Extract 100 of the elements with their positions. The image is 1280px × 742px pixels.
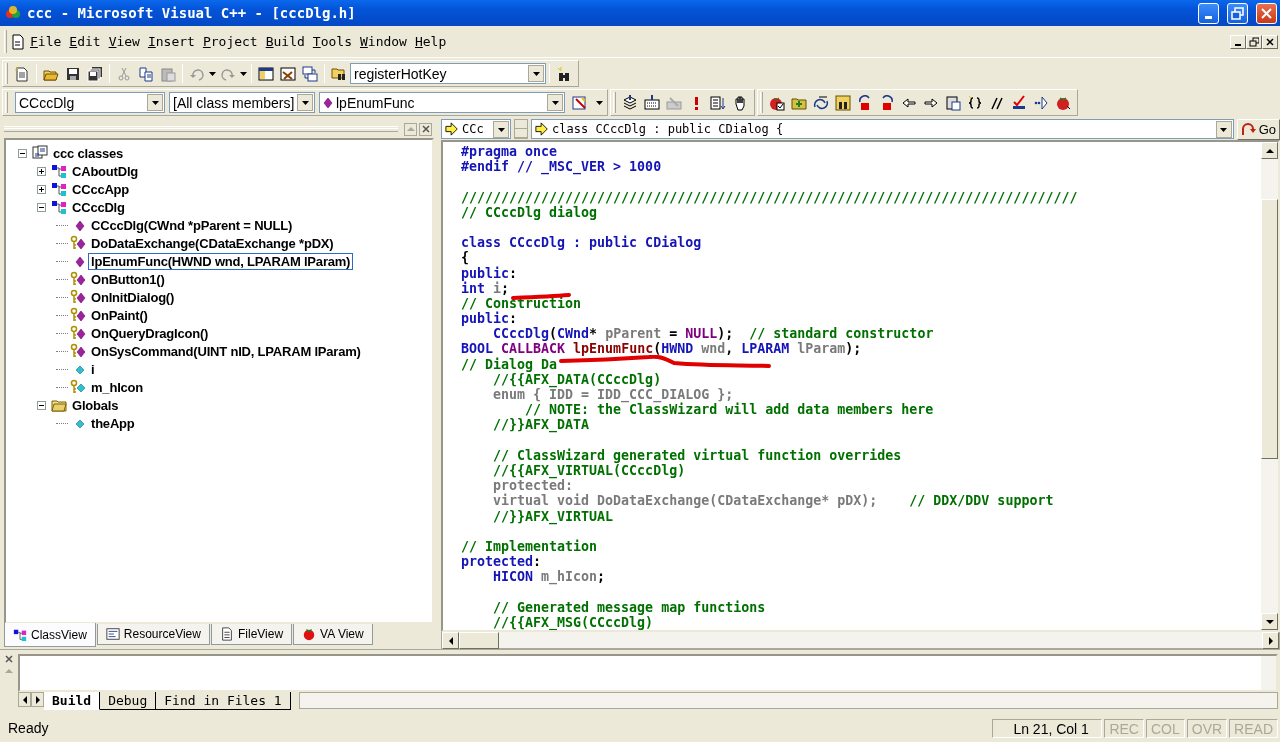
workspace-tab[interactable]: ResourceView <box>96 624 210 645</box>
output-tab[interactable]: Build <box>44 692 101 710</box>
tree-item[interactable]: OnButton1() <box>88 270 168 288</box>
code-line: //{{AFX_MSG(CCccDlg) <box>492 614 654 630</box>
undo-icon[interactable] <box>857 94 873 111</box>
dropdown-arrow-icon[interactable] <box>300 99 310 106</box>
horizontal-scrollbar[interactable] <box>298 692 1278 709</box>
collapse-icon[interactable] <box>37 202 46 212</box>
code-line: protected: <box>492 478 574 494</box>
compile-icon[interactable] <box>622 94 638 111</box>
tree-item[interactable]: CCccDlg <box>69 198 128 216</box>
close-pane-icon[interactable] <box>4 654 14 664</box>
binoculars-icon[interactable] <box>556 65 572 82</box>
clipboard-icon[interactable] <box>945 94 961 111</box>
find-combo[interactable]: registerHotKey <box>350 63 546 84</box>
expand-icon[interactable] <box>37 184 46 194</box>
workspace-window-icon[interactable] <box>258 65 274 82</box>
menu-item[interactable]: Tools <box>308 32 356 51</box>
scope-combo[interactable]: CCc <box>441 119 512 139</box>
tree-item[interactable]: OnPaint() <box>88 306 151 324</box>
caret-icon[interactable] <box>595 99 604 106</box>
dropdown-arrow-icon[interactable] <box>496 125 506 133</box>
save-all-icon[interactable] <box>87 65 103 82</box>
swap-icon[interactable] <box>813 94 829 111</box>
restore-button[interactable] <box>1246 34 1262 49</box>
tree-item[interactable]: CCccDlg(CWnd *pParent = NULL) <box>88 216 296 234</box>
classes-icon <box>32 145 48 161</box>
arrow-icon <box>535 122 550 136</box>
output-tab[interactable]: Find in Files 1 <box>156 692 291 710</box>
dropdown-arrow-icon[interactable] <box>531 70 541 77</box>
dropdown-arrow-icon[interactable] <box>150 99 160 106</box>
member-combo[interactable]: lpEnumFunc <box>319 92 565 113</box>
filter-combo[interactable]: [All class members] <box>169 92 315 113</box>
workspace-tab[interactable]: VA View <box>293 624 373 645</box>
tree-item[interactable]: theApp <box>88 414 138 432</box>
braces-icon[interactable] <box>967 94 983 111</box>
tree-item[interactable]: OnQueryDragIcon() <box>88 324 212 342</box>
menu-item[interactable]: Build <box>261 32 309 51</box>
definition-combo[interactable]: class CCccDlg : public CDialog { <box>531 119 1234 139</box>
menu-item[interactable]: Edit <box>65 32 105 51</box>
new-file-icon[interactable] <box>14 65 30 82</box>
code-line: //{{AFX_VIRTUAL(CCccDlg) <box>492 462 686 478</box>
binoculars-icon[interactable] <box>835 94 851 111</box>
tree-item[interactable]: CCccApp <box>69 180 133 198</box>
workspace-tab[interactable]: ClassView <box>4 623 96 647</box>
document-icon[interactable] <box>10 33 26 50</box>
tree-item[interactable]: CAboutDlg <box>69 162 142 180</box>
tree-item[interactable]: DoDataExchange(CDataExchange *pDX) <box>88 234 337 252</box>
key-method-icon <box>70 235 86 251</box>
list-arrow-icon[interactable] <box>710 94 726 111</box>
minimize-icon <box>1205 15 1212 19</box>
restore-button[interactable] <box>1227 2 1248 24</box>
expand-icon[interactable] <box>37 166 46 176</box>
find-in-files-icon[interactable] <box>331 65 347 82</box>
caret-icon[interactable] <box>208 70 217 77</box>
menu-item[interactable]: View <box>104 32 144 51</box>
output-tab[interactable]: Debug <box>100 692 157 710</box>
close-button[interactable] <box>1262 34 1278 49</box>
windows-list-icon[interactable] <box>302 65 318 82</box>
scroll-thumb[interactable] <box>1261 199 1278 459</box>
scroll-thumb[interactable] <box>459 632 499 649</box>
workspace-tab[interactable]: FileView <box>210 624 293 645</box>
tree-item[interactable]: ccc classes <box>50 144 127 162</box>
tree-item[interactable]: m_hIcon <box>88 378 147 396</box>
dropdown-arrow-icon[interactable] <box>550 99 560 106</box>
scroll-right-icon[interactable] <box>1266 635 1275 646</box>
spell-check-icon[interactable] <box>1011 94 1027 111</box>
close-pane-icon[interactable] <box>420 124 431 134</box>
hand-icon[interactable] <box>732 94 748 111</box>
save-icon[interactable] <box>65 65 81 82</box>
tree-item[interactable]: lpEnumFunc(HWND wnd, LPARAM lParam) <box>88 252 354 270</box>
code-line: virtual void DoDataExchange(CDataExchange* pDX); // DDX/DDV support <box>492 493 1054 509</box>
tree-item[interactable]: OnInitDialog() <box>88 288 178 306</box>
cursor-icon[interactable] <box>1033 94 1049 111</box>
copy-icon[interactable] <box>138 65 154 82</box>
tree-item[interactable]: i <box>88 360 98 378</box>
tomato-icon[interactable] <box>1055 94 1071 111</box>
tree-item[interactable]: Globals <box>69 396 122 414</box>
go-button[interactable]: Go <box>1236 118 1280 140</box>
menu-item[interactable]: Window <box>356 32 411 51</box>
scroll-down-icon[interactable] <box>1264 617 1275 626</box>
horizontal-scrollbar[interactable] <box>441 632 1280 649</box>
wizard-action-icon[interactable] <box>572 94 588 111</box>
build-icon[interactable] <box>644 94 660 111</box>
tree-item[interactable]: OnSysCommand(UINT nID, LPARAM lParam) <box>88 342 364 360</box>
vertical-scrollbar[interactable] <box>1261 142 1278 630</box>
output-window-icon[interactable] <box>280 65 296 82</box>
menu-item[interactable]: Insert <box>143 32 199 51</box>
menu-item[interactable]: Help <box>410 32 451 51</box>
redo-icon[interactable] <box>879 94 895 111</box>
collapse-icon[interactable] <box>37 400 46 410</box>
caret-icon[interactable] <box>239 70 248 77</box>
scroll-right-icon[interactable] <box>33 694 42 705</box>
class-combo[interactable]: CCccDlg <box>15 92 165 113</box>
dropdown-arrow-icon[interactable] <box>1219 125 1229 133</box>
minimize-button[interactable] <box>1230 34 1246 49</box>
collapse-icon[interactable] <box>18 148 27 158</box>
scroll-up-icon[interactable] <box>1264 146 1275 155</box>
menu-item[interactable]: Project <box>198 32 262 51</box>
menu-item[interactable]: File <box>26 32 66 51</box>
